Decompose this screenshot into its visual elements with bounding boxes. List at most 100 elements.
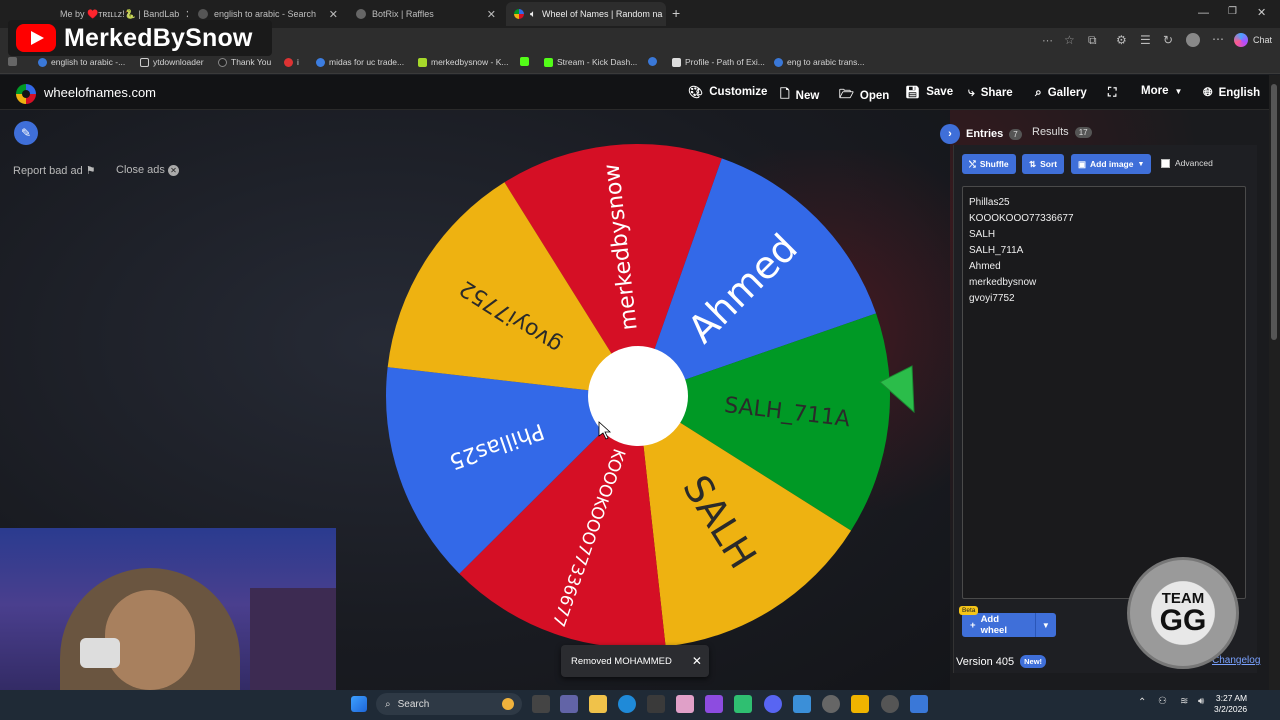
toast-message: Removed MOHAMMED bbox=[571, 655, 672, 667]
app-icon[interactable] bbox=[881, 695, 899, 713]
list-item: Ahmed bbox=[969, 261, 1001, 272]
bookmark-search-icon[interactable] bbox=[648, 57, 657, 66]
site-icon bbox=[672, 57, 681, 67]
file-explorer-icon[interactable] bbox=[589, 695, 607, 713]
close-ads-link[interactable]: Close ads ✕ bbox=[116, 164, 179, 176]
add-image-button[interactable]: ▣ Add image ▼ bbox=[1071, 154, 1151, 174]
bookmark-item[interactable]: english to arabic -... bbox=[38, 57, 125, 67]
teams-icon[interactable] bbox=[560, 695, 578, 713]
wheel[interactable]: merkedbysnow AhmedSALH_711ASALHKOOOKOOO77… bbox=[380, 140, 920, 650]
tab-botrix[interactable]: BotRix | Raffles ✕ bbox=[348, 2, 504, 26]
wifi-icon[interactable]: ≋ bbox=[1180, 696, 1188, 707]
discord-icon[interactable] bbox=[764, 695, 782, 713]
task-view-icon[interactable] bbox=[532, 695, 550, 713]
close-window-icon[interactable]: ✕ bbox=[1257, 6, 1266, 19]
minimize-icon[interactable]: — bbox=[1198, 7, 1209, 19]
more-dots-icon[interactable]: ⋯ bbox=[1042, 34, 1053, 47]
new-button[interactable]: 🗋︎ New bbox=[780, 85, 819, 106]
star-icon[interactable]: ☆ bbox=[1064, 33, 1075, 47]
taskbar-search[interactable]: ⌕ Search bbox=[376, 693, 522, 715]
changelog-link[interactable]: Changelog bbox=[1212, 655, 1260, 666]
site-header: wheelofnames.com 🎨︎ Customize 🗋︎ New 🗁︎ Ope… bbox=[0, 75, 1280, 110]
tab-title: BotRix | Raffles bbox=[372, 9, 434, 19]
open-button[interactable]: 🗁︎ Open bbox=[839, 85, 889, 106]
close-tab-icon[interactable]: ✕ bbox=[329, 8, 338, 21]
app-icon[interactable] bbox=[676, 695, 694, 713]
entries-textarea[interactable]: Phillas25 KOOOKOOO77336677 SALH SALH_711… bbox=[962, 186, 1246, 599]
more-button[interactable]: More ▼ bbox=[1141, 85, 1182, 97]
settings-icon[interactable] bbox=[822, 695, 840, 713]
windows-taskbar bbox=[0, 690, 1280, 720]
edit-pencil-icon[interactable]: ✎ bbox=[14, 121, 38, 145]
fullscreen-icon: ⛶ bbox=[1108, 85, 1117, 99]
youtube-logo-icon bbox=[16, 24, 56, 52]
close-tab-icon[interactable]: ✕ bbox=[185, 8, 188, 21]
image-icon: ▣ bbox=[1078, 158, 1087, 169]
checkbox-icon[interactable] bbox=[1161, 158, 1170, 168]
wheel-favicon-icon bbox=[514, 9, 524, 19]
tab-wheel-of-names[interactable]: 🔈︎ Wheel of Names | Random na ✕ bbox=[506, 2, 666, 26]
bookmark-kick-icon[interactable] bbox=[520, 57, 529, 66]
volume-icon[interactable]: 🔊︎ bbox=[1198, 696, 1204, 707]
report-ad-link[interactable]: Report bad ad ⚑ bbox=[13, 164, 96, 177]
chevron-down-icon: ▼ bbox=[1137, 160, 1145, 168]
site-name[interactable]: wheelofnames.com bbox=[44, 85, 156, 100]
save-button[interactable]: 💾︎ Save bbox=[905, 85, 953, 99]
notepad-icon[interactable] bbox=[910, 695, 928, 713]
bookmark-item[interactable]: Profile - Path of Exi... bbox=[672, 57, 765, 67]
copilot-chat-button[interactable]: Chat bbox=[1234, 33, 1272, 47]
wheel-logo-icon[interactable] bbox=[16, 84, 36, 104]
store-icon[interactable] bbox=[647, 695, 665, 713]
bookmark-item[interactable]: merkedbysnow - K... bbox=[418, 57, 508, 67]
share-button[interactable]: ⤷ Share bbox=[968, 85, 1013, 100]
gallery-button[interactable]: ⌕ Gallery bbox=[1035, 85, 1087, 100]
kick-icon bbox=[418, 57, 427, 67]
tab-title: Me by ♥️ᴛʀɪʟʟᴢ!🐍 | BandLab bbox=[60, 8, 180, 19]
list-item: SALH bbox=[969, 229, 996, 240]
favorites-icon[interactable]: ☰ bbox=[1140, 33, 1151, 47]
add-wheel-button[interactable]: + Add wheel ▼ bbox=[962, 613, 1056, 637]
scrollbar-thumb[interactable] bbox=[1271, 84, 1277, 340]
folder-icon: 🗁︎ bbox=[839, 87, 854, 101]
edge-icon[interactable] bbox=[618, 695, 636, 713]
kick-icon bbox=[544, 57, 553, 67]
settings-menu-icon[interactable]: ⋯ bbox=[1212, 32, 1224, 46]
bookmark-item[interactable]: Thank You bbox=[218, 57, 271, 67]
save-icon: 💾︎ bbox=[905, 85, 921, 99]
new-tab-button[interactable]: + bbox=[672, 5, 680, 21]
network-tray-icon[interactable]: ⚇ bbox=[1158, 696, 1167, 707]
language-button[interactable]: 🌐︎ English bbox=[1203, 85, 1260, 100]
windows-start-icon[interactable] bbox=[351, 696, 367, 712]
split-screen-icon[interactable]: ⚙ bbox=[1116, 33, 1127, 47]
folder-icon bbox=[140, 57, 149, 67]
maximize-icon[interactable]: ❐ bbox=[1228, 6, 1237, 17]
history-icon[interactable]: ↻ bbox=[1163, 33, 1173, 47]
bookmark-item[interactable]: Stream - Kick Dash... bbox=[544, 57, 637, 67]
advanced-checkbox[interactable]: Advanced bbox=[1161, 158, 1213, 168]
tab-results[interactable]: Results 17 bbox=[1032, 126, 1092, 138]
bookmark-item[interactable]: eng to arabic trans... bbox=[774, 57, 865, 67]
fullscreen-button[interactable]: ⛶ bbox=[1108, 85, 1116, 100]
bookmark-item[interactable]: i bbox=[284, 57, 299, 67]
close-tab-icon[interactable]: ✕ bbox=[487, 8, 496, 21]
app-icon[interactable] bbox=[734, 695, 752, 713]
tab-entries[interactable]: › Entries 7 bbox=[940, 124, 1022, 144]
tray-chevron-up-icon[interactable]: ⌃ bbox=[1138, 697, 1146, 708]
copilot-icon[interactable] bbox=[705, 695, 723, 713]
extensions-icon[interactable]: ⧉ bbox=[1088, 33, 1097, 48]
collapse-chevron-icon[interactable]: › bbox=[940, 124, 960, 144]
shuffle-button[interactable]: ⤭ Shuffle bbox=[962, 154, 1016, 174]
chevron-down-icon[interactable]: ▼ bbox=[1034, 613, 1056, 637]
toast-close-icon[interactable]: ✕ bbox=[692, 654, 702, 668]
list-item: merkedbysnow bbox=[969, 277, 1037, 288]
app-icon[interactable] bbox=[851, 695, 869, 713]
sort-button[interactable]: ⇅ Sort bbox=[1022, 154, 1065, 174]
bookmark-item[interactable]: midas for uc trade... bbox=[316, 57, 404, 67]
taskbar-clock[interactable]: 3:27 AM 3/2/2026 bbox=[1214, 693, 1247, 715]
customize-button[interactable]: 🎨︎ Customize bbox=[688, 85, 767, 99]
profile-avatar[interactable] bbox=[1186, 33, 1200, 47]
photos-icon[interactable] bbox=[793, 695, 811, 713]
bookmark-item[interactable]: ytdownloader bbox=[140, 57, 204, 67]
share-icon: ⤷ bbox=[968, 85, 975, 99]
bookmark-sidebar-icon[interactable] bbox=[8, 57, 17, 66]
